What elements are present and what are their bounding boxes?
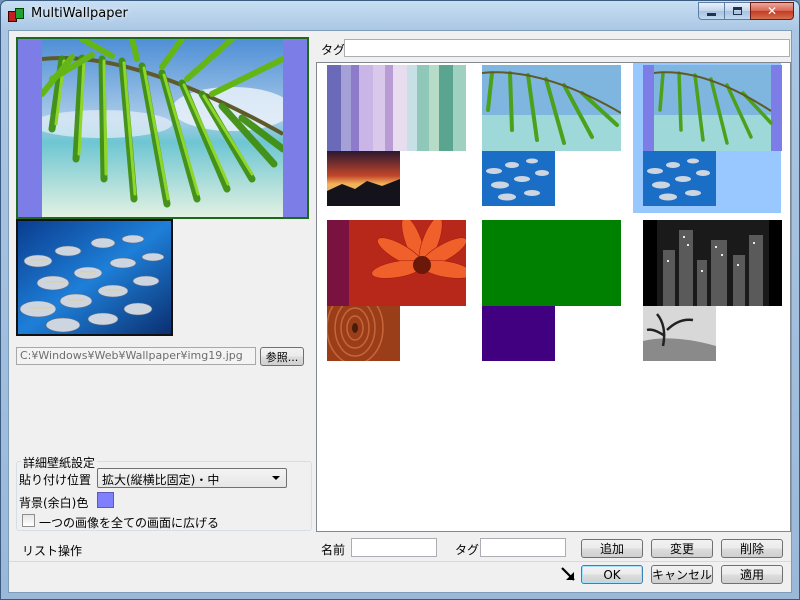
- list-item[interactable]: [317, 218, 466, 368]
- apply-button[interactable]: 適用: [721, 565, 783, 584]
- fish-thumbnail: [482, 151, 555, 206]
- image-path-field[interactable]: C:¥Windows¥Web¥Wallpaper¥img19.jpg: [16, 347, 256, 365]
- mouse-pointer-icon: [561, 567, 575, 581]
- divider: [9, 561, 791, 562]
- name-label: 名前: [321, 543, 346, 557]
- stripes-thumbnail: [327, 65, 466, 151]
- sunset-thumbnail: [327, 151, 400, 206]
- name-input[interactable]: [351, 538, 437, 557]
- flower-thumbnail: [327, 220, 466, 306]
- change-button[interactable]: 変更: [651, 539, 713, 558]
- city-thumbnail: [643, 220, 782, 306]
- background-color-label: 背景(余白)色: [19, 496, 89, 510]
- monitor-preview-primary[interactable]: [16, 37, 309, 219]
- list-item[interactable]: [472, 218, 621, 368]
- app-icon: [8, 8, 24, 22]
- tree-thumbnail: [643, 306, 716, 361]
- tag-input[interactable]: [480, 538, 566, 557]
- maximize-icon: [733, 7, 742, 15]
- tag-filter-input[interactable]: [344, 39, 790, 57]
- monitor-preview-secondary[interactable]: [16, 219, 173, 336]
- list-operations-label: リスト操作: [22, 544, 83, 558]
- list-item-selected[interactable]: [633, 63, 782, 213]
- tag-filter-label: タグ: [321, 43, 346, 57]
- palm-wallpaper-image: [42, 39, 283, 217]
- title-bar[interactable]: MultiWallpaper ✕: [1, 1, 799, 29]
- fish-thumbnail: [643, 151, 716, 206]
- window-title: MultiWallpaper: [31, 6, 128, 21]
- delete-button[interactable]: 削除: [721, 539, 783, 558]
- solid-green-thumbnail: [482, 220, 621, 306]
- position-select-value: 拡大(縦横比固定)・中: [102, 473, 220, 487]
- cancel-button[interactable]: キャンセル: [651, 565, 713, 584]
- palm-thumbnail: [482, 65, 621, 151]
- background-color-swatch[interactable]: [97, 492, 114, 508]
- fish-wallpaper-image: [18, 221, 171, 334]
- advanced-settings-title: 詳細壁紙設定: [21, 454, 98, 471]
- palm-framed-thumbnail: [643, 65, 782, 151]
- chevron-down-icon: [272, 476, 280, 480]
- wood-thumbnail: [327, 306, 400, 361]
- app-window: MultiWallpaper ✕ C:¥Windows¥Web¥Wallpape…: [0, 0, 800, 600]
- minimize-icon: [707, 12, 716, 16]
- browse-button[interactable]: 参照...: [260, 347, 304, 366]
- close-button[interactable]: ✕: [750, 2, 794, 20]
- minimize-button[interactable]: [698, 2, 724, 20]
- add-button[interactable]: 追加: [581, 539, 643, 558]
- position-select[interactable]: 拡大(縦横比固定)・中: [97, 468, 287, 488]
- span-all-screens-checkbox[interactable]: [22, 514, 35, 527]
- tag-label: タグ: [455, 543, 480, 557]
- list-item[interactable]: [633, 218, 782, 368]
- span-all-screens-label: 一つの画像を全ての画面に広げる: [39, 516, 220, 530]
- maximize-button[interactable]: [724, 2, 750, 20]
- close-icon: ✕: [766, 4, 778, 18]
- ok-button[interactable]: OK: [581, 565, 643, 584]
- client-area: C:¥Windows¥Web¥Wallpaper¥img19.jpg 参照...…: [8, 30, 792, 593]
- wallpaper-set-list[interactable]: [316, 62, 791, 532]
- position-label: 貼り付け位置: [19, 473, 92, 487]
- solid-purple-thumbnail: [482, 306, 555, 361]
- list-item[interactable]: [472, 63, 621, 213]
- list-item[interactable]: [317, 63, 466, 213]
